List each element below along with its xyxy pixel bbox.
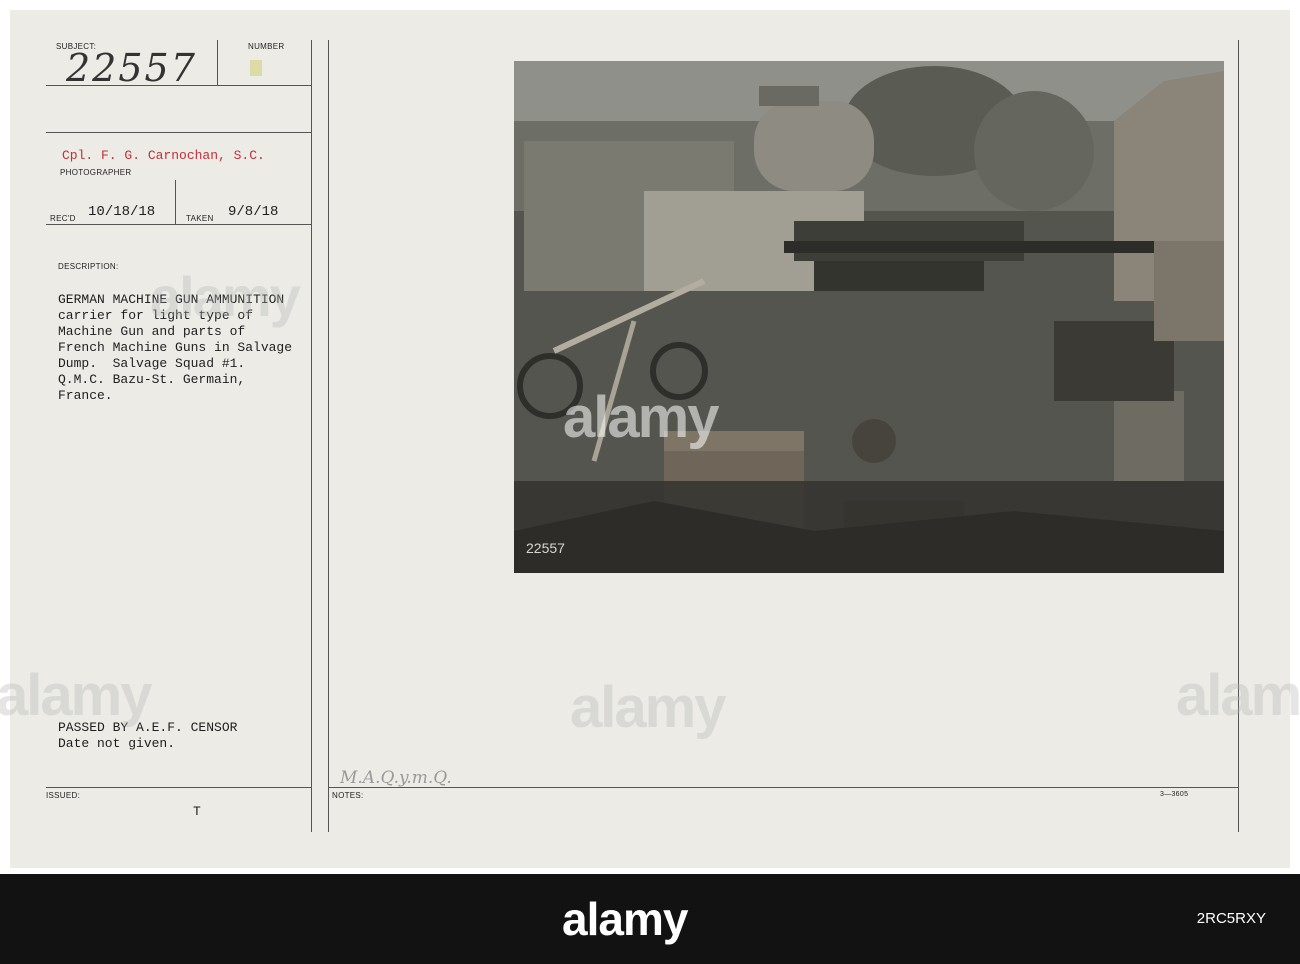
photo-scene-illustration: 22557 [514,61,1224,573]
subject-handwritten: 22557 [66,46,197,90]
photograph: 22557 [514,61,1224,573]
notes-handwritten: M.A.Q.y.m.Q. [340,768,452,788]
footer-bar: alamy 2RC5RXY [0,874,1300,964]
record-card: SUBJECT: NUMBER 22557 Cpl. F. G. Carnoch… [0,10,1300,868]
description-label: DESCRIPTION: [58,262,119,271]
recd-date: 10/18/18 [88,204,156,220]
watermark-photo: alamy [563,385,719,450]
watermark-top-left: alamy [150,265,301,328]
description-line: French Machine Guns in Salvage [58,340,293,355]
issued-mark: T [193,804,201,819]
issued-rule [46,787,311,788]
dates-rule [46,224,311,225]
watermark-left: alamy [0,663,152,728]
dates-divider [175,180,176,224]
footer-image-id: 2RC5RXY [1196,910,1266,927]
photographer-rule [46,132,311,133]
notes-column-divider [328,40,329,832]
watermark-bottom-center: alamy [570,675,726,740]
number-divider [217,40,218,85]
taken-date: 9/8/18 [228,204,279,220]
description-line: Q.M.C. Bazu-St. Germain, [58,372,246,387]
photographer-label: PHOTOGRAPHER [60,168,132,177]
censor-line: Date not given. [58,736,176,751]
photographer-name: Cpl. F. G. Carnochan, S.C. [62,148,265,163]
notes-label: NOTES: [332,791,364,800]
number-label: NUMBER [248,42,285,51]
left-column-divider [311,40,312,832]
description-line: Dump. Salvage Squad #1. [58,356,246,371]
form-number: 3—3605 [1160,791,1189,798]
number-stamp [250,60,262,76]
description-line: France. [58,388,113,403]
recd-label: REC'D [50,214,76,223]
notes-rule [328,787,1238,788]
footer-logo: alamy [562,893,688,945]
issued-label: ISSUED: [46,791,81,800]
taken-label: TAKEN [186,214,214,223]
watermark-right: alamy [1176,663,1300,728]
photo-stamp-number: 22557 [526,540,565,556]
